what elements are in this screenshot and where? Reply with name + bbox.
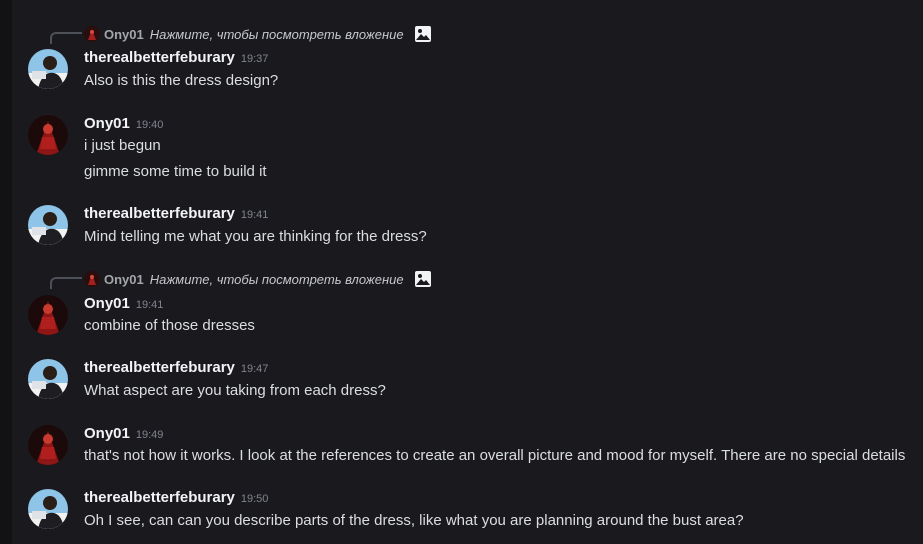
chat-message-list: Ony01 Нажмите, чтобы посмотреть вложение… bbox=[12, 0, 923, 544]
message-header: Ony01 19:40 bbox=[84, 115, 163, 133]
message-header: therealbetterfeburary 19:37 bbox=[84, 49, 268, 67]
reply-text[interactable]: Нажмите, чтобы посмотреть вложение bbox=[150, 272, 404, 287]
message-text: Mind telling me what you are thinking fo… bbox=[84, 228, 427, 245]
timestamp[interactable]: 19:40 bbox=[136, 119, 164, 131]
timestamp[interactable]: 19:50 bbox=[241, 493, 269, 505]
reply-connector bbox=[50, 32, 82, 44]
author-name[interactable]: Ony01 bbox=[84, 115, 130, 132]
message-header: Ony01 19:49 bbox=[84, 425, 163, 443]
blue-avatar-icon[interactable] bbox=[28, 205, 68, 245]
red-avatar-icon[interactable] bbox=[28, 425, 68, 465]
message-text: Oh I see, can can you describe parts of … bbox=[84, 512, 744, 529]
red-avatar-icon bbox=[84, 26, 100, 42]
message-header: Ony01 19:41 bbox=[84, 295, 163, 313]
reply-author[interactable]: Ony01 bbox=[104, 27, 144, 42]
reply-preview[interactable]: Ony01 Нажмите, чтобы посмотреть вложение bbox=[84, 25, 432, 43]
reply-author[interactable]: Ony01 bbox=[104, 272, 144, 287]
message-text: What aspect are you taking from each dre… bbox=[84, 382, 386, 399]
timestamp[interactable]: 19:41 bbox=[136, 299, 164, 311]
blue-avatar-icon[interactable] bbox=[28, 49, 68, 89]
author-name[interactable]: therealbetterfeburary bbox=[84, 49, 235, 66]
reply-connector bbox=[50, 277, 82, 289]
message-header: therealbetterfeburary 19:41 bbox=[84, 205, 268, 223]
red-avatar-icon[interactable] bbox=[28, 295, 68, 335]
author-name[interactable]: therealbetterfeburary bbox=[84, 359, 235, 376]
message-text: combine of those dresses bbox=[84, 317, 255, 334]
timestamp[interactable]: 19:49 bbox=[136, 429, 164, 441]
message-text: gimme some time to build it bbox=[84, 163, 267, 180]
author-name[interactable]: Ony01 bbox=[84, 425, 130, 442]
timestamp[interactable]: 19:37 bbox=[241, 53, 269, 65]
blue-avatar-icon[interactable] bbox=[28, 359, 68, 399]
red-avatar-icon bbox=[84, 271, 100, 287]
timestamp[interactable]: 19:41 bbox=[241, 209, 269, 221]
author-name[interactable]: therealbetterfeburary bbox=[84, 205, 235, 222]
image-icon bbox=[414, 25, 432, 43]
image-icon bbox=[414, 270, 432, 288]
message-header: therealbetterfeburary 19:50 bbox=[84, 489, 268, 507]
red-avatar-icon[interactable] bbox=[28, 115, 68, 155]
message-text: Also is this the dress design? bbox=[84, 72, 279, 89]
blue-avatar-icon[interactable] bbox=[28, 489, 68, 529]
timestamp[interactable]: 19:47 bbox=[241, 363, 269, 375]
author-name[interactable]: Ony01 bbox=[84, 295, 130, 312]
message-text: that's not how it works. I look at the r… bbox=[84, 447, 906, 464]
author-name[interactable]: therealbetterfeburary bbox=[84, 489, 235, 506]
reply-preview[interactable]: Ony01 Нажмите, чтобы посмотреть вложение bbox=[84, 270, 432, 288]
message-header: therealbetterfeburary 19:47 bbox=[84, 359, 268, 377]
reply-text[interactable]: Нажмите, чтобы посмотреть вложение bbox=[150, 27, 404, 42]
left-edge-strip bbox=[0, 0, 12, 544]
message-text: i just begun bbox=[84, 137, 161, 154]
